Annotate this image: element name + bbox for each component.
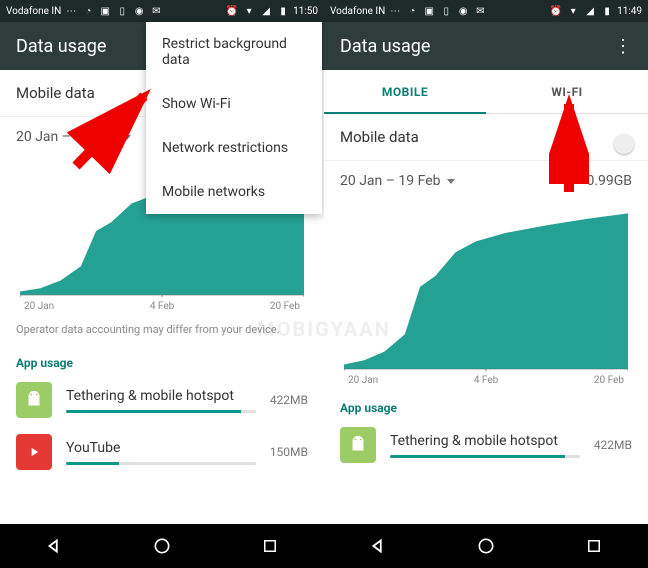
menu-network-restrictions[interactable]: Network restrictions — [146, 126, 322, 170]
navbar — [0, 524, 324, 568]
signal-icon: ◢ — [583, 4, 597, 18]
app-usage-header: App usage — [324, 391, 648, 419]
app-name: Tethering & mobile hotspot — [66, 388, 256, 404]
axis-label-end: 20 Feb — [270, 301, 300, 312]
youtube-icon — [16, 434, 52, 470]
app-usage-header: App usage — [0, 346, 324, 374]
battery-icon: ▮ — [600, 4, 614, 18]
battery-icon: ▮ — [276, 4, 290, 18]
menu-mobile-networks[interactable]: Mobile networks — [146, 170, 322, 214]
date-range-text: 20 Jan – 19 Feb — [340, 173, 441, 189]
axis-label-start: 20 Jan — [348, 375, 378, 386]
android-icon — [340, 427, 376, 463]
clock-time: 11:50 — [293, 6, 318, 17]
clock-time: 11:49 — [617, 6, 642, 17]
app-name: YouTube — [66, 440, 256, 456]
calendar-icon: ▣ — [98, 4, 112, 18]
screen-right: Vodafone IN ⋯ ◔ ▣ ▯ ◉ ✉ ⏰ ▾ ◢ ▮ 11:49 Da… — [324, 0, 648, 568]
app-size: 422MB — [594, 438, 632, 452]
back-button[interactable] — [34, 526, 74, 566]
app-size: 150MB — [270, 445, 308, 459]
date-range-text: 20 Jan – 19 Feb — [16, 129, 117, 145]
recents-button[interactable] — [574, 526, 614, 566]
app-name: Tethering & mobile hotspot — [390, 433, 580, 449]
overflow-icon[interactable]: ⋮ — [614, 36, 632, 57]
usage-chart: 20 Jan 4 Feb 20 Feb — [324, 201, 648, 391]
mail-icon: ✉ — [473, 4, 487, 18]
page-title: Data usage — [16, 36, 106, 57]
navbar — [324, 524, 648, 568]
android-icon — [16, 382, 52, 418]
recents-button[interactable] — [250, 526, 290, 566]
wifi-icon: ▾ — [242, 4, 256, 18]
mobile-data-label: Mobile data — [16, 84, 95, 102]
phone-icon: ▯ — [439, 4, 453, 18]
alarm-icon: ⏰ — [549, 4, 563, 18]
menu-show-wifi[interactable]: Show Wi-Fi — [146, 82, 322, 126]
app-row-tethering[interactable]: Tethering & mobile hotspot 422MB — [0, 374, 324, 426]
more-indicator-icon: ⋯ — [388, 4, 402, 18]
phone-icon: ▯ — [115, 4, 129, 18]
tabs: MOBILE WI-FI — [324, 70, 648, 114]
carrier-label: Vodafone IN — [330, 6, 385, 17]
tab-wifi[interactable]: WI-FI — [486, 70, 648, 113]
app-row-youtube[interactable]: YouTube 150MB — [0, 426, 324, 478]
dropdown-icon — [123, 135, 131, 140]
axis-label-mid: 4 Feb — [150, 301, 174, 312]
clock-icon: ◔ — [405, 4, 419, 18]
axis-label-end: 20 Feb — [594, 375, 624, 386]
total-usage: 0.99GB — [586, 173, 632, 189]
clock-icon: ◔ — [81, 4, 95, 18]
mobile-data-row[interactable]: Mobile data — [324, 114, 648, 161]
mobile-data-label: Mobile data — [340, 128, 419, 146]
overflow-menu: Restrict background data Show Wi-Fi Netw… — [146, 22, 322, 214]
app-row-tethering[interactable]: Tethering & mobile hotspot 422MB — [324, 419, 648, 471]
axis-label-mid: 4 Feb — [474, 375, 498, 386]
menu-restrict-bg[interactable]: Restrict background data — [146, 22, 322, 82]
screen-left: Vodafone IN ⋯ ◔ ▣ ▯ ◉ ✉ ⏰ ▾ ◢ ▮ 11:50 Da… — [0, 0, 324, 568]
whatsapp-icon: ◉ — [132, 4, 146, 18]
calendar-icon: ▣ — [422, 4, 436, 18]
more-indicator-icon: ⋯ — [64, 4, 78, 18]
statusbar: Vodafone IN ⋯ ◔ ▣ ▯ ◉ ✉ ⏰ ▾ ◢ ▮ 11:49 — [324, 0, 648, 22]
home-button[interactable] — [142, 526, 182, 566]
alarm-icon: ⏰ — [225, 4, 239, 18]
axis-label-start: 20 Jan — [24, 301, 54, 312]
whatsapp-icon: ◉ — [456, 4, 470, 18]
wifi-icon: ▾ — [566, 4, 580, 18]
signal-icon: ◢ — [259, 4, 273, 18]
back-button[interactable] — [358, 526, 398, 566]
tab-mobile[interactable]: MOBILE — [324, 70, 486, 113]
carrier-label: Vodafone IN — [6, 6, 61, 17]
disclaimer-text: Operator data accounting may differ from… — [0, 317, 324, 346]
mail-icon: ✉ — [149, 4, 163, 18]
statusbar: Vodafone IN ⋯ ◔ ▣ ▯ ◉ ✉ ⏰ ▾ ◢ ▮ 11:50 — [0, 0, 324, 22]
home-button[interactable] — [466, 526, 506, 566]
dropdown-icon — [447, 179, 455, 184]
app-size: 422MB — [270, 393, 308, 407]
date-range-picker[interactable]: 20 Jan – 19 Feb 0.99GB — [324, 161, 648, 201]
page-title: Data usage — [340, 36, 430, 57]
appbar: Data usage ⋮ — [324, 22, 648, 70]
